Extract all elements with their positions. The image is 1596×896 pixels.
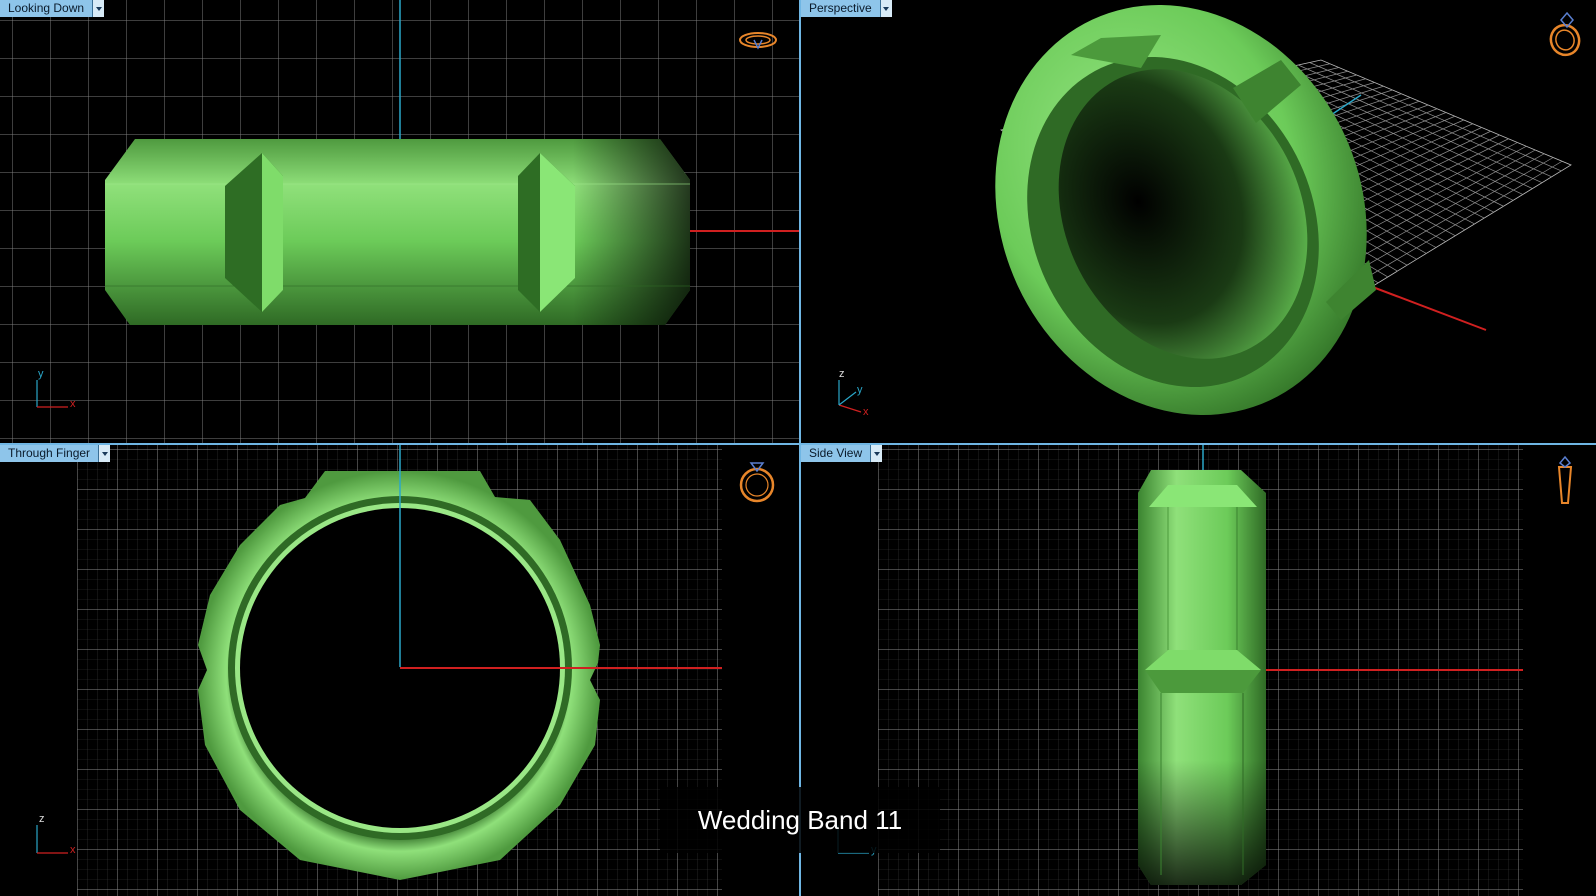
perspective-label: Perspective (801, 0, 881, 17)
viewport-divider-horizontal[interactable] (0, 443, 1596, 445)
perspective-axis-h-label: x (863, 406, 869, 418)
chevron-down-icon[interactable] (880, 0, 892, 17)
chevron-down-icon[interactable] (871, 445, 883, 462)
through-finger-axis-v-label: z (39, 813, 45, 825)
ring-top-view-icon[interactable] (736, 30, 780, 52)
viewport-perspective[interactable]: z y x Perspective (801, 0, 1596, 443)
perspective-axis-v-label: z (839, 368, 845, 380)
ring-side-view-icon[interactable] (1553, 455, 1577, 507)
looking-down-scene (0, 0, 799, 443)
perspective-axis-d-label: y (857, 384, 863, 396)
through-finger-label: Through Finger (0, 445, 100, 462)
perspective-scene (838, 5, 1572, 415)
perspective-view-selector[interactable]: Perspective (801, 0, 892, 17)
side-view-label: Side View (801, 445, 872, 462)
through-finger-view-selector[interactable]: Through Finger (0, 445, 111, 462)
side-view-view-selector[interactable]: Side View (801, 445, 883, 462)
through-finger-axis-h-label: x (70, 844, 76, 856)
looking-down-view-selector[interactable]: Looking Down (0, 0, 105, 17)
ring-front-view-icon[interactable] (736, 455, 778, 503)
looking-down-label: Looking Down (0, 0, 94, 17)
looking-down-axis-h-label: x (70, 398, 76, 410)
looking-down-axis-v-label: y (38, 368, 44, 380)
ring-perspective-icon[interactable] (1545, 10, 1585, 58)
chevron-down-icon[interactable] (93, 0, 105, 17)
through-finger-axis-indicator (36, 825, 68, 854)
model-caption: Wedding Band 11 (660, 787, 940, 853)
viewport-looking-down[interactable]: y x Looking Down (0, 0, 799, 443)
chevron-down-icon[interactable] (99, 445, 111, 462)
